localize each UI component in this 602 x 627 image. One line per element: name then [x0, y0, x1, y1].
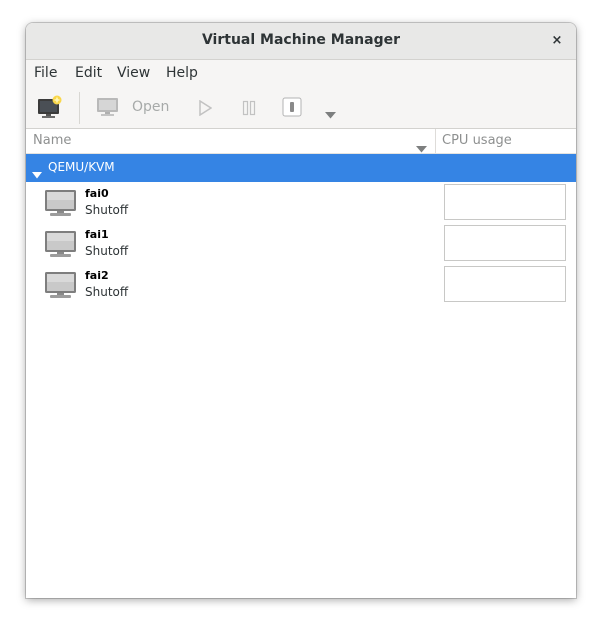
cpu-usage-graph: [444, 184, 566, 220]
shutdown-button[interactable]: [282, 97, 302, 121]
vm-status: Shutoff: [85, 285, 129, 299]
open-button[interactable]: [96, 97, 120, 121]
shutdown-menu-button[interactable]: [325, 104, 336, 123]
window-title: Virtual Machine Manager: [201, 32, 401, 48]
vm-status: Shutoff: [85, 244, 129, 258]
column-header: Name CPU usage: [26, 129, 576, 154]
toolbar-separator: [79, 92, 80, 124]
monitor-icon: [97, 98, 118, 116]
expander-icon[interactable]: [32, 164, 42, 183]
vm-row-fai2[interactable]: fai2 Shutoff: [26, 265, 576, 306]
cpu-usage-graph: [444, 225, 566, 261]
menu-help[interactable]: Help: [166, 65, 198, 81]
cpu-usage-graph: [444, 266, 566, 302]
vm-row-fai1[interactable]: fai1 Shutoff: [26, 224, 576, 265]
vm-monitor-icon: [44, 271, 78, 303]
app-window: Virtual Machine Manager × File Edit View…: [26, 23, 576, 598]
connection-row-qemu-kvm[interactable]: QEMU/KVM: [26, 154, 576, 182]
menu-file[interactable]: File: [34, 65, 57, 81]
vm-monitor-icon: [44, 189, 78, 221]
vm-monitor-icon: [44, 230, 78, 262]
new-vm-button[interactable]: [37, 95, 63, 123]
menu-edit[interactable]: Edit: [75, 65, 102, 81]
pause-button[interactable]: [242, 100, 256, 120]
column-name-header[interactable]: Name: [33, 133, 71, 148]
play-icon: [199, 99, 213, 117]
power-icon: [282, 97, 302, 117]
vm-name: fai0: [85, 187, 109, 200]
toolbar: Open: [26, 87, 576, 129]
column-cpu-header[interactable]: CPU usage: [442, 133, 512, 148]
new-vm-icon: [38, 95, 62, 118]
open-button-label[interactable]: Open: [132, 99, 169, 115]
close-icon[interactable]: ×: [546, 30, 568, 52]
vm-status: Shutoff: [85, 203, 129, 217]
pause-icon: [242, 100, 256, 116]
menu-view[interactable]: View: [117, 65, 150, 81]
chevron-down-icon: [325, 112, 336, 119]
connection-label: QEMU/KVM: [48, 160, 115, 174]
menu-bar: File Edit View Help: [26, 60, 576, 87]
run-button[interactable]: [198, 99, 213, 120]
vm-row-fai0[interactable]: fai0 Shutoff: [26, 183, 576, 224]
vm-name: fai1: [85, 228, 109, 241]
title-bar[interactable]: Virtual Machine Manager ×: [26, 23, 576, 60]
vm-name: fai2: [85, 269, 109, 282]
column-divider[interactable]: [435, 129, 436, 153]
